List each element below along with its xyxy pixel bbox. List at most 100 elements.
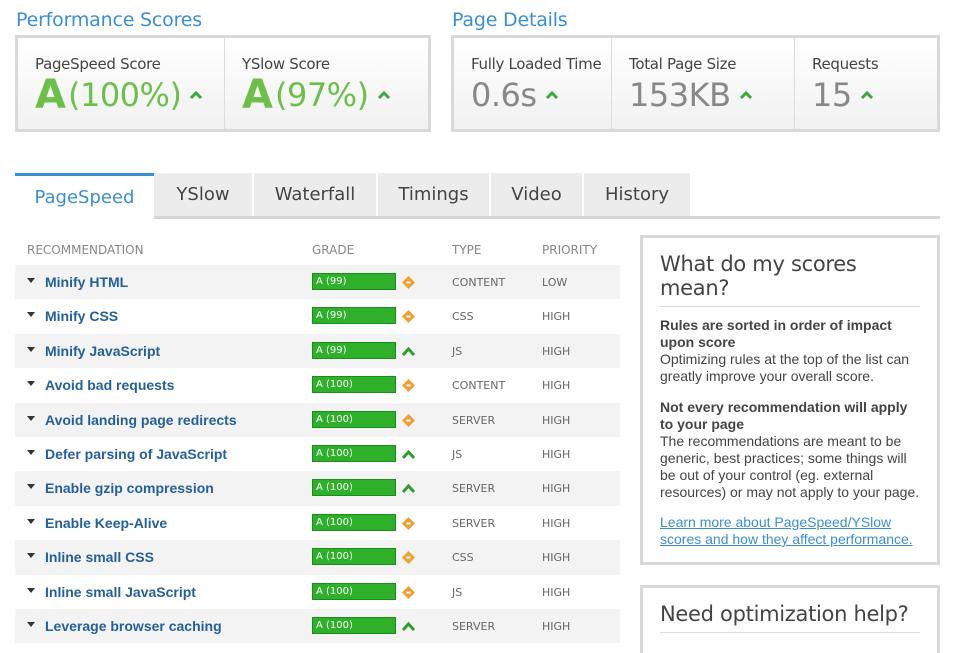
table-row[interactable]: Defer parsing of JavaScript A (100) JS HIGH: [15, 437, 620, 471]
expand-caret-icon[interactable]: [27, 587, 35, 593]
table-row[interactable]: Minify JavaScript A (99) JS HIGH: [15, 333, 620, 369]
recommendation-priority: HIGH: [542, 551, 571, 565]
fully-loaded-time-label: Fully Loaded Time: [471, 55, 602, 73]
page-details-title: Page Details: [452, 9, 568, 31]
recommendation-type: CONTENT: [452, 379, 506, 393]
pagespeed-grade: A: [35, 72, 66, 118]
expand-caret-icon[interactable]: [27, 381, 35, 387]
recommendation-type: SERVER: [452, 619, 496, 633]
grade-bar: A (100): [312, 616, 396, 634]
table-row[interactable]: Minify HTML A (99) CONTENT LOW: [15, 265, 620, 300]
table-row[interactable]: Enable gzip compression A (100) SERVER HIGH: [15, 471, 620, 506]
recommendation-name[interactable]: Inline small CSS: [45, 549, 154, 565]
diamond-icon: [402, 379, 415, 393]
tab-video[interactable]: Video: [491, 173, 584, 216]
grade-bar: A (100): [312, 513, 396, 531]
expand-caret-icon[interactable]: [27, 346, 35, 352]
table-row[interactable]: Leverage browser caching A (100) SERVER HIG…: [15, 608, 620, 644]
diamond-icon: [402, 585, 415, 599]
pagespeed-score: PageSpeed Score A (100%): [18, 38, 225, 129]
header-grade: GRADE: [312, 243, 355, 257]
chevron-up-icon: [739, 90, 752, 100]
recommendation-name[interactable]: Enable gzip compression: [45, 480, 214, 496]
recommendation-priority: HIGH: [542, 344, 571, 358]
fully-loaded-time: Fully Loaded Time 0.6s: [454, 38, 612, 129]
header-priority: PRIORITY: [542, 243, 598, 257]
expand-caret-icon[interactable]: [27, 484, 35, 490]
recommendation-type: CSS: [452, 310, 474, 324]
recommendation-priority: HIGH: [542, 447, 571, 461]
grade-bar: A (99): [312, 273, 396, 290]
tab-yslow[interactable]: YSlow: [154, 173, 254, 216]
recommendation-name[interactable]: Avoid bad requests: [45, 377, 174, 393]
recommendation-priority: HIGH: [542, 310, 571, 324]
recommendation-name[interactable]: Minify CSS: [45, 308, 118, 324]
diamond-icon: [402, 413, 415, 427]
recommendation-priority: HIGH: [542, 619, 571, 633]
recommendation-name[interactable]: Minify HTML: [45, 274, 128, 290]
recommendation-name[interactable]: Inline small JavaScript: [45, 584, 196, 600]
scores-info-panel: What do my scores mean? Rules are sorted…: [640, 235, 940, 565]
recommendation-type: SERVER: [452, 482, 496, 496]
table-row[interactable]: Avoid bad requests A (100) CONTENT HIGH: [15, 368, 620, 402]
grade-bar: A (99): [312, 341, 396, 359]
tab-pagespeed[interactable]: PageSpeed: [15, 173, 154, 219]
scores-panel-title: What do my scores mean?: [660, 252, 920, 307]
page-details-box: Fully Loaded Time 0.6s Total Page Size 1…: [451, 35, 940, 132]
expand-caret-icon[interactable]: [27, 553, 35, 559]
recommendation-name[interactable]: Defer parsing of JavaScript: [45, 446, 227, 462]
table-row[interactable]: Inline small CSS A (100) CSS HIGH: [15, 540, 620, 575]
table-row[interactable]: Avoid landing page redirects A (100) SERVE…: [15, 402, 620, 437]
recommendation-priority: HIGH: [542, 482, 571, 496]
tab-waterfall[interactable]: Waterfall: [254, 173, 378, 216]
table-row[interactable]: Minify CSS A (99) CSS HIGH: [15, 299, 620, 333]
chevron-up-icon: [545, 90, 558, 100]
diamond-icon: [402, 516, 415, 530]
recommendation-type: SERVER: [452, 516, 496, 530]
diamond-icon: [402, 310, 415, 324]
recommendation-name[interactable]: Avoid landing page redirects: [45, 412, 237, 428]
table-row[interactable]: Enable Keep-Alive A (100) SERVER HIGH: [15, 506, 620, 540]
diamond-icon: [402, 551, 415, 565]
header-recommendation: RECOMMENDATION: [27, 243, 144, 257]
recommendation-name[interactable]: Leverage browser caching: [45, 618, 222, 634]
total-page-size-label: Total Page Size: [629, 55, 737, 73]
recommendation-name[interactable]: Enable Keep-Alive: [45, 515, 167, 531]
pagespeed-score-label: PageSpeed Score: [35, 55, 161, 73]
table-row[interactable]: Inline small JavaScript A (100) JS HIGH: [15, 575, 620, 609]
diamond-icon: [402, 276, 415, 289]
learn-more-link[interactable]: Learn more about PageSpeed/YSlow scores …: [660, 514, 920, 548]
scores-panel-text-2: The recommendations are meant to be gene…: [660, 433, 920, 500]
yslow-score: YSlow Score A (97%): [225, 38, 428, 129]
expand-caret-icon[interactable]: [27, 518, 35, 524]
chevron-up-icon: [377, 90, 390, 100]
tab-history[interactable]: History: [584, 173, 692, 216]
total-page-size: Total Page Size 153KB: [612, 38, 795, 129]
recommendation-type: SERVER: [452, 413, 496, 427]
scores-panel-heading-2: Not every recommendation will apply to y…: [660, 399, 908, 432]
fully-loaded-time-value: 0.6s: [471, 76, 537, 114]
recommendation-name[interactable]: Minify JavaScript: [45, 343, 160, 359]
chevron-up-icon: [860, 90, 873, 100]
expand-caret-icon[interactable]: [27, 449, 35, 455]
yslow-score-label: YSlow Score: [242, 55, 330, 73]
expand-caret-icon[interactable]: [27, 312, 35, 318]
scores-panel-heading-1: Rules are sorted in order of impact upon…: [660, 317, 892, 350]
expand-caret-icon[interactable]: [27, 415, 35, 421]
requests-value: 15: [812, 76, 852, 114]
recommendation-type: JS: [452, 585, 463, 599]
requests-label: Requests: [812, 55, 879, 73]
help-panel-title: Need optimization help?: [660, 602, 920, 633]
recommendation-priority: HIGH: [542, 516, 571, 530]
grade-bar: A (100): [312, 410, 396, 428]
total-page-size-value: 153KB: [629, 76, 731, 114]
expand-caret-icon[interactable]: [27, 278, 35, 283]
tab-timings[interactable]: Timings: [378, 173, 491, 216]
chevron-up-icon: [401, 621, 416, 631]
chevron-up-icon: [190, 90, 203, 100]
report-tabs: PageSpeed YSlow Waterfall Timings Video …: [15, 173, 940, 219]
expand-caret-icon[interactable]: [27, 621, 35, 627]
yslow-grade: A: [242, 72, 273, 118]
grade-bar: A (100): [312, 376, 396, 394]
optimization-help-panel: Need optimization help?: [640, 585, 940, 653]
